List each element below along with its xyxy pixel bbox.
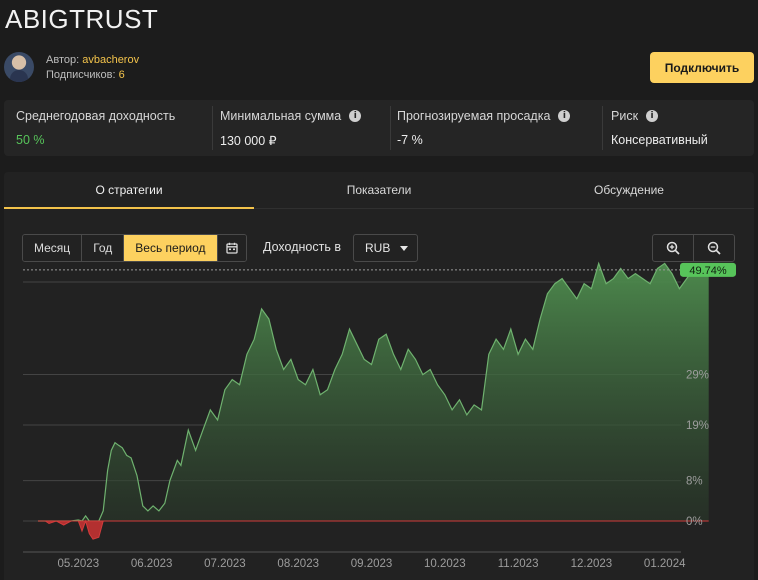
- author-name-link[interactable]: avbacherov: [82, 54, 139, 66]
- author-line: Автор: avbacherov: [46, 54, 139, 66]
- divider: [212, 106, 213, 150]
- x-tick-label: 11.2023: [498, 558, 539, 570]
- y-tick-label: 19%: [686, 420, 709, 432]
- stats-bar: Среднегодовая доходность 50 % Минимальна…: [4, 100, 754, 156]
- info-icon[interactable]: i: [646, 110, 659, 122]
- x-tick-label: 07.2023: [204, 558, 246, 570]
- y-tick-label: 0%: [686, 516, 703, 528]
- stat-label: Минимальная сумма i: [220, 109, 362, 123]
- divider: [390, 106, 391, 150]
- last-value-label: 49.74%: [689, 265, 727, 277]
- x-tick-label: 01.2024: [644, 558, 686, 570]
- stat-label: Риск i: [611, 109, 659, 123]
- x-tick-label: 10.2023: [424, 558, 466, 570]
- page-title: ABIGTRUST: [5, 4, 159, 34]
- info-icon[interactable]: i: [349, 110, 362, 122]
- x-tick-label: 09.2023: [351, 558, 393, 570]
- strategy-panel: О стратегии Показатели Обсуждение Месяц …: [4, 172, 754, 580]
- stat-label: Прогнозируемая просадка i: [397, 109, 571, 123]
- y-tick-label: 29%: [686, 370, 709, 382]
- x-tick-label: 05.2023: [58, 558, 100, 570]
- stat-value: -7 %: [397, 133, 423, 147]
- stat-value: Консервативный: [611, 133, 708, 147]
- stat-value: 50 %: [16, 133, 45, 147]
- negative-area: [38, 519, 709, 540]
- subscribers-label: Подписчиков:: [46, 69, 116, 81]
- subscribers-line: Подписчиков: 6: [46, 69, 125, 81]
- stat-value: 130 000 ₽: [220, 134, 277, 148]
- subscribers-count: 6: [118, 69, 125, 81]
- stat-label: Среднегодовая доходность: [16, 109, 176, 123]
- y-tick-label: 8%: [686, 476, 703, 488]
- connect-button[interactable]: Подключить: [650, 52, 754, 83]
- info-icon[interactable]: i: [558, 110, 571, 122]
- x-tick-label: 12.2023: [571, 558, 613, 570]
- x-tick-label: 06.2023: [131, 558, 173, 570]
- yield-chart[interactable]: 49.74% 0% 8% 19% 29% 05.2023 06.2023 07.2023 08.…: [4, 172, 754, 580]
- author-label: Автор:: [46, 54, 80, 66]
- avatar[interactable]: [4, 52, 34, 82]
- x-tick-label: 08.2023: [277, 558, 319, 570]
- divider: [602, 106, 603, 150]
